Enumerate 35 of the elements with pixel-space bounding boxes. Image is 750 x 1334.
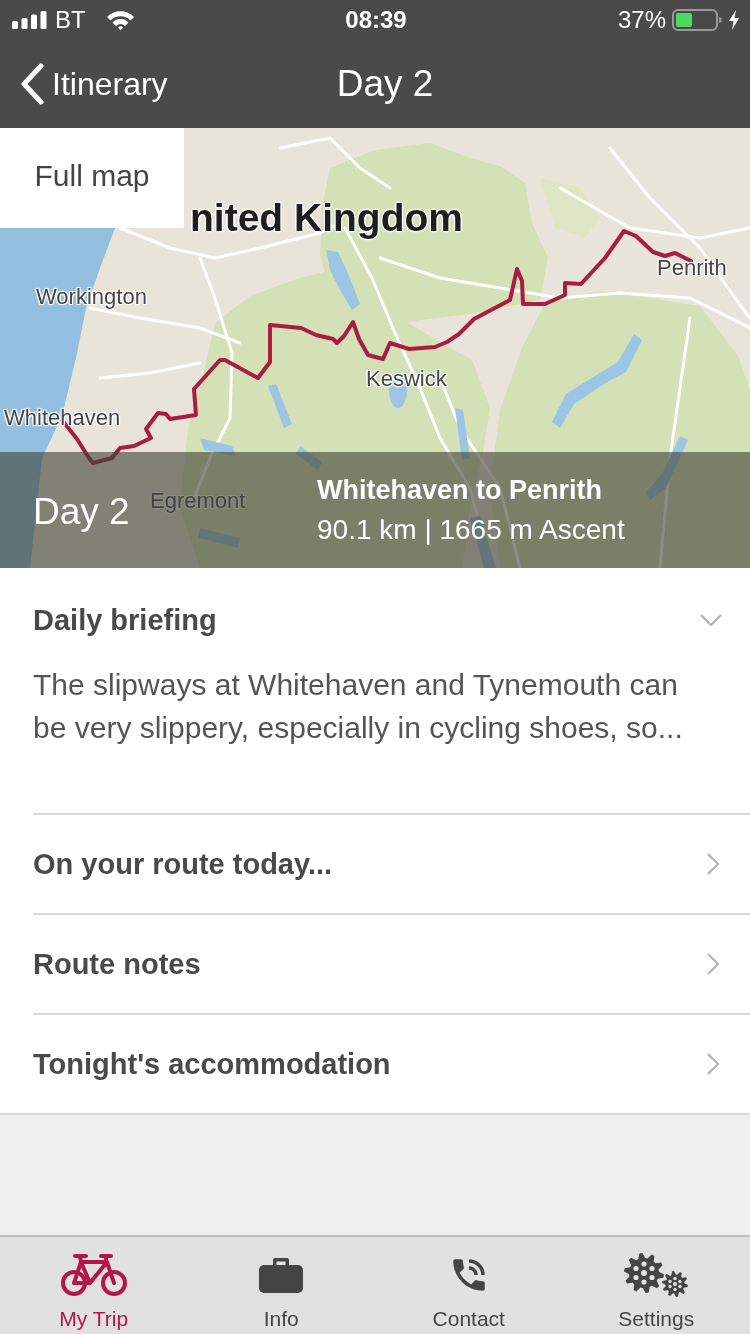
full-map-button[interactable]: Full map — [0, 128, 184, 228]
charging-bolt-icon — [728, 10, 740, 30]
menu-row[interactable]: On your route today... — [33, 813, 750, 913]
briefing-header[interactable]: Daily briefing — [33, 598, 722, 642]
town-label: Workington — [36, 284, 147, 310]
route-title: Whitehaven to Penrith — [317, 474, 603, 507]
signal-icon — [12, 11, 47, 29]
town-label: Egremont — [150, 488, 246, 514]
tab-bar-item[interactable]: Info — [187, 1237, 375, 1334]
bicycle-icon — [59, 1253, 128, 1297]
carrier-label: BT — [55, 6, 86, 34]
battery-percent: 37% — [617, 6, 666, 34]
tab-bar-item[interactable]: My Trip — [0, 1237, 188, 1334]
town-label: Keswick — [366, 366, 447, 392]
menu-row[interactable]: Route notes — [33, 913, 750, 1013]
battery-icon — [672, 9, 722, 31]
chevron-right-icon — [707, 853, 720, 875]
country-label: nited Kingdom — [190, 196, 463, 241]
time-label: 08:39 — [345, 6, 407, 34]
wifi-icon — [105, 9, 135, 31]
route-stats: 90.1 km | 1665 m Ascent — [317, 513, 625, 547]
back-button[interactable]: Itinerary — [20, 63, 168, 105]
town-label: Whitehaven — [4, 405, 121, 431]
briefing-text: The slipways at Whitehaven and Tynemouth can be very slippery, especially in cycling shoes, so... — [33, 667, 684, 746]
chevron-left-icon — [20, 63, 44, 105]
tab-bar-item[interactable]: Contact — [375, 1237, 563, 1334]
briefcase-icon — [259, 1257, 304, 1293]
town-label: Penrith — [657, 255, 727, 281]
day-label: Day 2 — [33, 490, 130, 534]
screen-title: Day 2 — [336, 62, 434, 106]
gears-icon — [623, 1253, 690, 1297]
menu-row[interactable]: Tonight's accommodation — [33, 1013, 750, 1113]
chevron-right-icon — [707, 1053, 720, 1075]
tab-bar-item[interactable]: Settings — [562, 1237, 750, 1334]
chevron-right-icon — [707, 953, 720, 975]
